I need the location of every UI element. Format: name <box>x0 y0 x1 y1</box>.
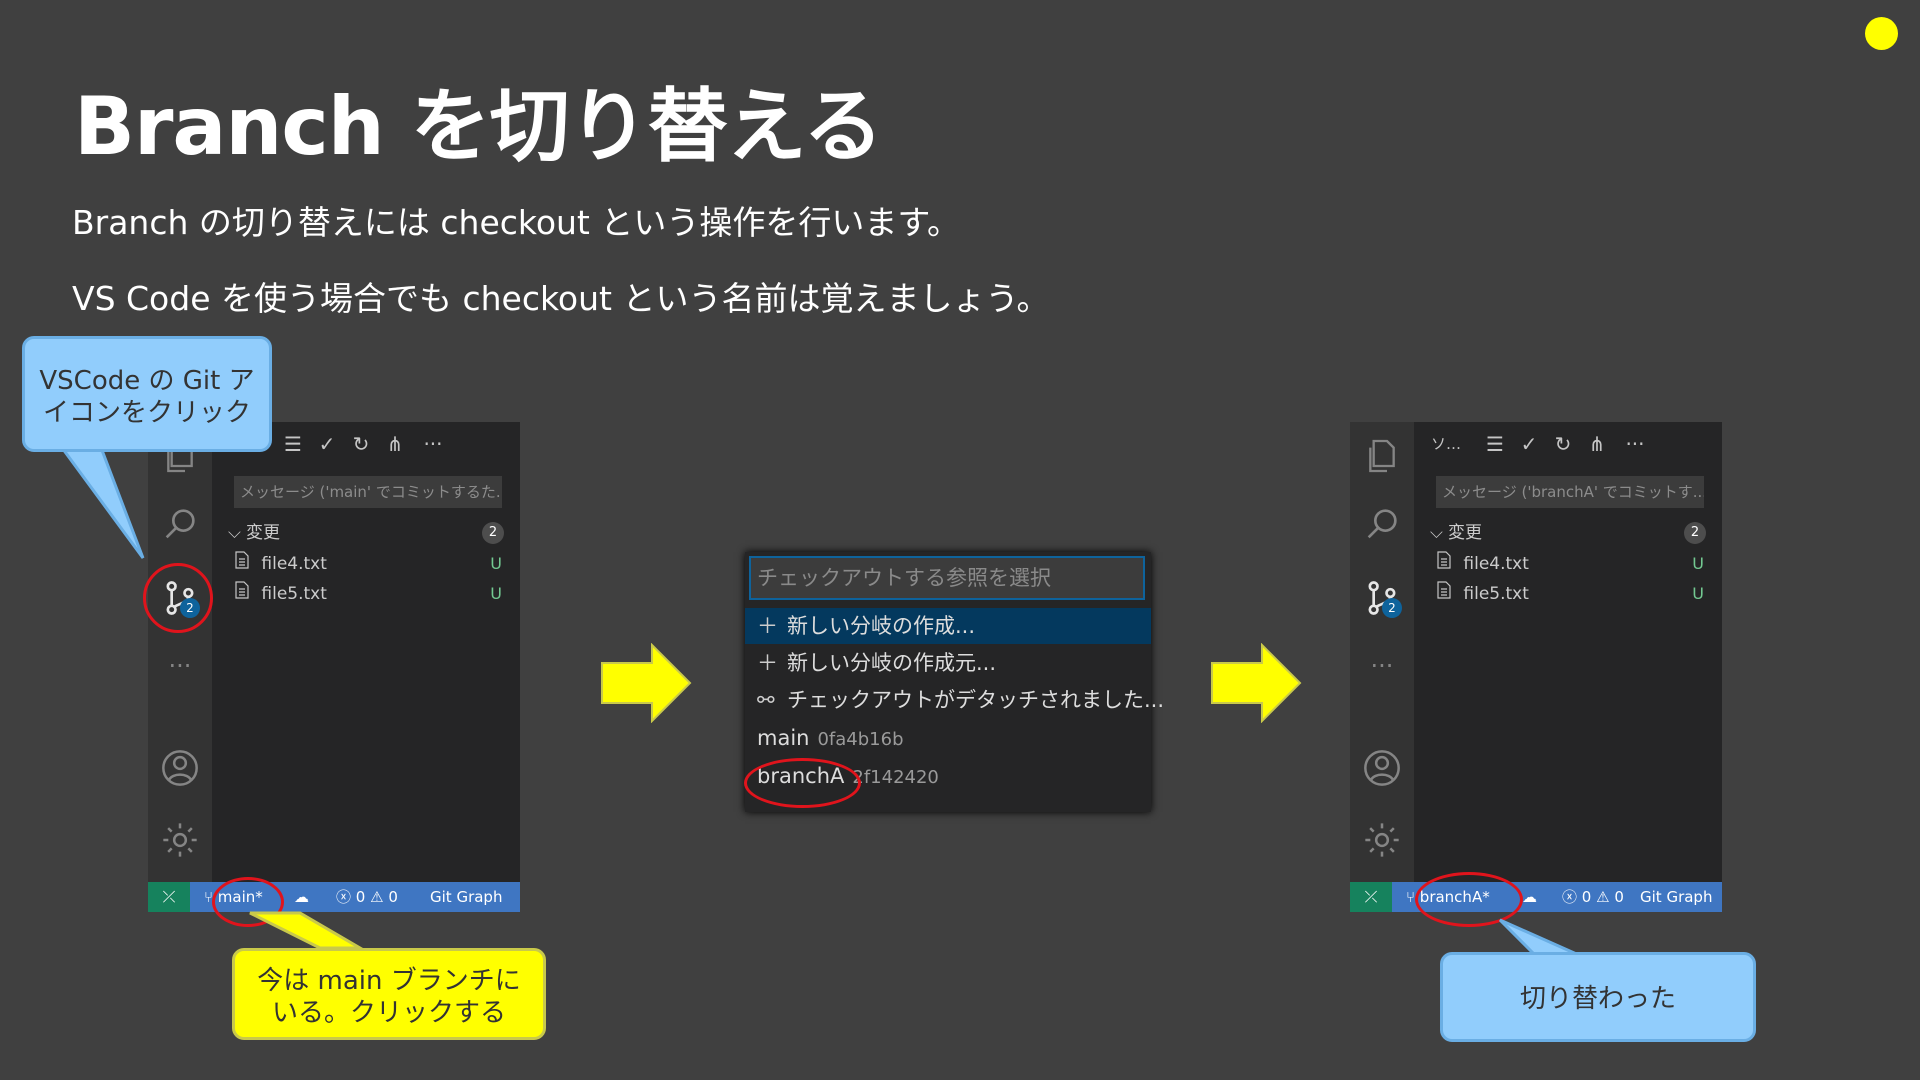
callout-git-icon: VSCode の Git アイコンをクリック <box>22 336 272 452</box>
callout-tail-git <box>57 443 1591 962</box>
callout-main-branch: 今は main ブランチにいる。クリックする <box>232 948 546 1040</box>
callout-switched: 切り替わった <box>1440 952 1756 1042</box>
